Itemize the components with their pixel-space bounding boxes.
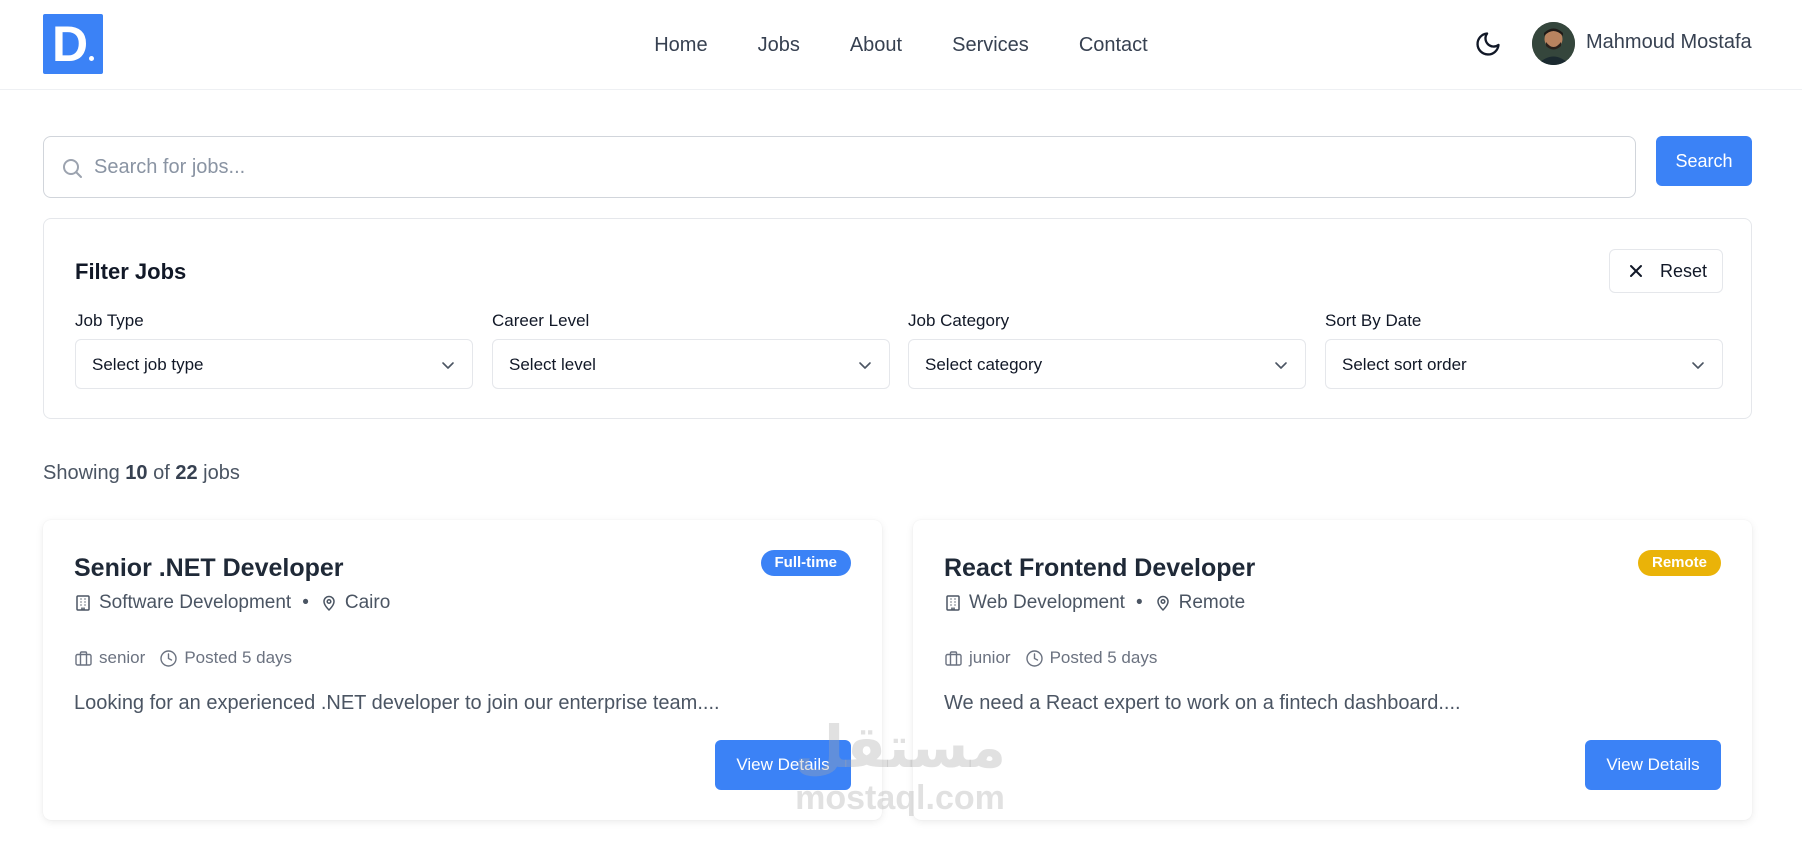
job-level: junior xyxy=(969,648,1011,667)
results-prefix: Showing xyxy=(43,462,120,484)
job-level: senior xyxy=(99,648,146,667)
filter-label: Sort By Date xyxy=(1325,311,1422,330)
job-submeta: senior Posted 5 days xyxy=(74,648,292,668)
filter-label: Job Category xyxy=(908,311,1010,330)
job-meta: Software Development • Cairo xyxy=(74,592,390,614)
nav-contact[interactable]: Contact xyxy=(1079,34,1148,57)
filter-label: Job Type xyxy=(75,311,144,330)
job-description: Looking for an experienced .NET develope… xyxy=(74,692,720,714)
job-category: Software Development xyxy=(99,592,292,613)
job-posted: Posted 5 days xyxy=(184,648,293,667)
building-icon xyxy=(76,595,90,611)
clock-icon xyxy=(1025,649,1043,667)
filter-label: Career Level xyxy=(492,311,590,330)
job-category-select[interactable]: Select category xyxy=(908,339,1306,389)
search-button[interactable]: Search xyxy=(1656,136,1752,186)
search-icon xyxy=(60,156,84,180)
job-posted: Posted 5 days xyxy=(1049,648,1158,667)
briefcase-icon xyxy=(945,650,962,666)
select-value: Select sort order xyxy=(1342,355,1467,374)
select-value: Select level xyxy=(509,355,596,374)
career-level-select[interactable]: Select level xyxy=(492,339,890,389)
results-of: of xyxy=(153,462,170,484)
moon-icon[interactable] xyxy=(1474,30,1502,58)
view-details-button[interactable]: View Details xyxy=(715,740,851,790)
logo-letter: D xyxy=(52,16,88,72)
select-value: Select job type xyxy=(92,355,204,374)
job-type-select[interactable]: Select job type xyxy=(75,339,473,389)
filter-panel: Filter Jobs Reset Job Type Select job ty… xyxy=(43,218,1752,419)
results-suffix: jobs xyxy=(203,462,240,484)
job-description: We need a React expert to work on a fint… xyxy=(944,692,1461,714)
results-total: 22 xyxy=(175,462,198,484)
clock-icon xyxy=(160,649,178,667)
job-card: Senior .NET Developer Full-time Software… xyxy=(43,520,882,820)
nav-about[interactable]: About xyxy=(850,34,902,57)
reset-button[interactable]: Reset xyxy=(1609,249,1723,293)
job-type-badge: Full-time xyxy=(760,550,851,576)
results-count: Showing 10 of 22 jobs xyxy=(43,462,240,485)
building-icon xyxy=(946,595,960,611)
nav-jobs[interactable]: Jobs xyxy=(758,34,800,57)
filter-job-type: Job Type Select job type xyxy=(75,311,473,389)
logo-dot xyxy=(89,56,94,61)
separator-dot: • xyxy=(302,592,309,613)
filter-career-level: Career Level Select level xyxy=(492,311,890,389)
job-submeta: junior Posted 5 days xyxy=(944,648,1157,668)
results-shown: 10 xyxy=(125,462,148,484)
separator-dot: • xyxy=(1135,592,1143,613)
top-navbar: D Home Jobs About Services Contact Mahmo… xyxy=(0,0,1802,90)
location-pin-icon xyxy=(323,595,335,612)
filter-title: Filter Jobs xyxy=(75,259,187,284)
job-title[interactable]: Senior .NET Developer xyxy=(74,554,344,583)
location-pin-icon xyxy=(1156,595,1169,612)
brand-logo[interactable]: D xyxy=(43,14,103,74)
search-input[interactable] xyxy=(94,145,1614,189)
job-title[interactable]: React Frontend Developer xyxy=(944,554,1255,583)
job-card: React Frontend Developer Remote Web Deve… xyxy=(913,520,1752,820)
job-location: Remote xyxy=(1178,592,1246,613)
select-value: Select category xyxy=(925,355,1043,374)
nav-home[interactable]: Home xyxy=(654,34,707,57)
job-category: Web Development xyxy=(969,592,1125,613)
search-box xyxy=(43,136,1636,198)
sort-by-date-select[interactable]: Select sort order xyxy=(1325,339,1723,389)
job-type-badge: Remote xyxy=(1637,550,1721,576)
view-details-button[interactable]: View Details xyxy=(1585,740,1721,790)
filter-job-category: Job Category Select category xyxy=(908,311,1306,389)
chevron-down-icon xyxy=(859,362,871,369)
nav-services[interactable]: Services xyxy=(952,34,1029,57)
close-icon xyxy=(1630,265,1642,277)
user-avatar[interactable] xyxy=(1532,22,1575,65)
chevron-down-icon xyxy=(1275,362,1287,369)
chevron-down-icon xyxy=(1692,362,1704,369)
job-meta: Web Development • Remote xyxy=(944,592,1245,614)
job-location: Cairo xyxy=(344,592,391,613)
user-name[interactable]: Mahmoud Mostafa xyxy=(1586,31,1752,54)
reset-label: Reset xyxy=(1660,261,1708,281)
filter-sort-by-date: Sort By Date Select sort order xyxy=(1325,311,1723,389)
chevron-down-icon xyxy=(442,362,454,369)
briefcase-icon xyxy=(75,650,92,666)
